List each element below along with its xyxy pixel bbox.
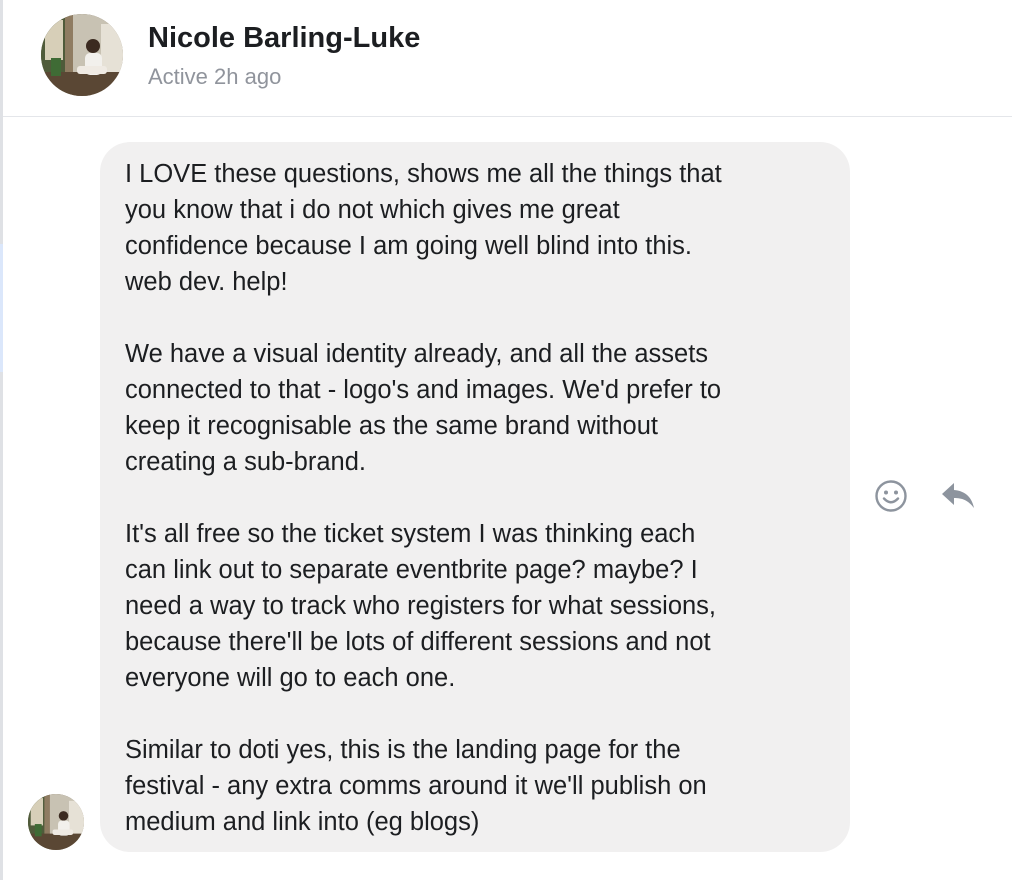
reply-button[interactable]: [940, 481, 976, 511]
sidebar-selection-accent: [0, 244, 3, 372]
message-bubble[interactable]: I LOVE these questions, shows me all the…: [100, 142, 850, 852]
react-button[interactable]: [874, 479, 908, 513]
message-paragraph: Similar to doti yes, this is the landing…: [125, 736, 707, 836]
active-status: Active 2h ago: [148, 64, 282, 89]
message-paragraph: It's all free so the ticket system I was…: [125, 520, 717, 692]
message-paragraph: I LOVE these questions, shows me all the…: [125, 160, 722, 296]
message-paragraph: We have a visual identity already, and a…: [125, 340, 722, 476]
sender-avatar[interactable]: [28, 794, 84, 850]
contact-avatar[interactable]: [41, 14, 123, 96]
conversation-header: Nicole Barling-Luke Active 2h ago: [3, 0, 1012, 117]
chat-window: Nicole Barling-Luke Active 2h ago I LOVE…: [0, 0, 1012, 880]
sidebar-divider: [0, 0, 3, 880]
profile-photo-icon: [28, 794, 84, 850]
smiley-icon: [875, 480, 907, 512]
reply-arrow-icon: [942, 483, 974, 508]
profile-photo-icon: [41, 14, 123, 96]
contact-name[interactable]: Nicole Barling-Luke: [148, 22, 420, 55]
